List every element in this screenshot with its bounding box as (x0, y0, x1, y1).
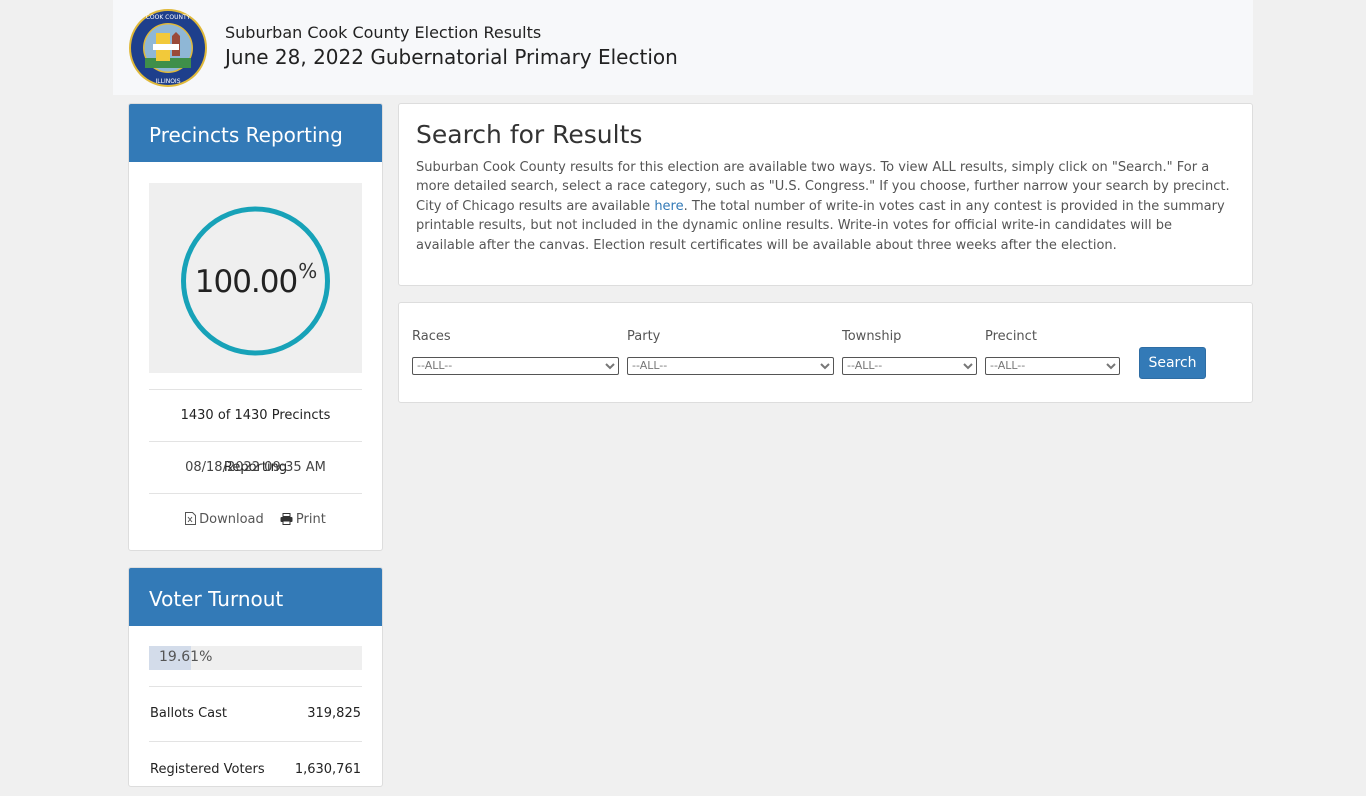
ballots-cast-label: Ballots Cast (150, 706, 227, 721)
precinct-select[interactable]: --ALL-- (985, 356, 1120, 375)
precincts-reporting-panel: Precincts Reporting 100.00% 1430 of 1430… (128, 103, 383, 551)
party-label: Party (627, 329, 661, 344)
precincts-reporting-heading: Precincts Reporting (129, 104, 382, 162)
turnout-progress-bar: 19.61% (149, 646, 362, 670)
precincts-percent: 100.00% (149, 259, 362, 300)
download-link[interactable]: Download (185, 512, 268, 527)
races-label: Races (412, 329, 451, 344)
precincts-gauge: 100.00% (149, 183, 362, 373)
print-label: Print (295, 512, 326, 527)
voter-turnout-panel: Voter Turnout 19.61% Ballots Cast 319,82… (128, 567, 383, 787)
print-link[interactable]: Print (280, 512, 326, 527)
last-updated-timestamp: 08/18/2022 09:35 AM (149, 441, 362, 493)
township-select[interactable]: --ALL-- (842, 356, 977, 375)
search-instructions: Suburban Cook County results for this el… (416, 160, 1230, 195)
ballots-cast-row: Ballots Cast 319,825 (149, 686, 362, 741)
excel-file-icon (185, 512, 197, 525)
county-seal-logo[interactable]: COOK COUNTY ILLINOIS (128, 8, 208, 88)
export-actions: Download Print (149, 493, 362, 545)
download-label: Download (199, 512, 264, 527)
turnout-percent: 19.61% (159, 649, 213, 665)
search-description: Suburban Cook County results for this el… (416, 158, 1231, 255)
site-subtitle: Suburban Cook County Election Results (225, 23, 542, 42)
search-info-panel: Search for Results Suburban Cook County … (398, 103, 1253, 286)
registered-voters-row: Registered Voters 1,630,761 (149, 741, 362, 796)
print-icon (280, 513, 293, 525)
precinct-filter: Precinct --ALL-- (985, 329, 1120, 375)
precincts-count: 1430 of 1430 Precincts Reporting (149, 389, 362, 475)
races-filter: Races --ALL-- (412, 329, 619, 375)
township-filter: Township --ALL-- (842, 329, 977, 375)
search-button[interactable]: Search (1139, 347, 1206, 379)
svg-text:ILLINOIS: ILLINOIS (155, 78, 180, 85)
voter-turnout-heading: Voter Turnout (129, 568, 382, 626)
party-select[interactable]: --ALL-- (627, 356, 834, 375)
township-label: Township (842, 329, 902, 344)
chicago-results-link[interactable]: here (654, 199, 683, 214)
percent-sign: % (298, 259, 317, 283)
precinct-label: Precinct (985, 329, 1037, 344)
registered-voters-value: 1,630,761 (294, 762, 361, 777)
svg-text:COOK COUNTY: COOK COUNTY (146, 14, 191, 21)
site-header: COOK COUNTY ILLINOIS Suburban Cook Count… (113, 0, 1253, 95)
precincts-percent-value: 100.00 (194, 264, 298, 300)
registered-voters-label: Registered Voters (150, 762, 265, 777)
chicago-results-note: City of Chicago results are available he… (416, 197, 1231, 255)
chicago-note-prefix: City of Chicago results are available (416, 198, 655, 214)
party-filter: Party --ALL-- (627, 329, 834, 375)
search-filters-panel: Races --ALL-- Party --ALL-- Township --A… (398, 302, 1253, 403)
election-title: June 28, 2022 Gubernatorial Primary Elec… (225, 45, 678, 69)
races-select[interactable]: --ALL-- (412, 356, 619, 375)
search-title: Search for Results (416, 120, 643, 149)
ballots-cast-value: 319,825 (307, 706, 361, 721)
